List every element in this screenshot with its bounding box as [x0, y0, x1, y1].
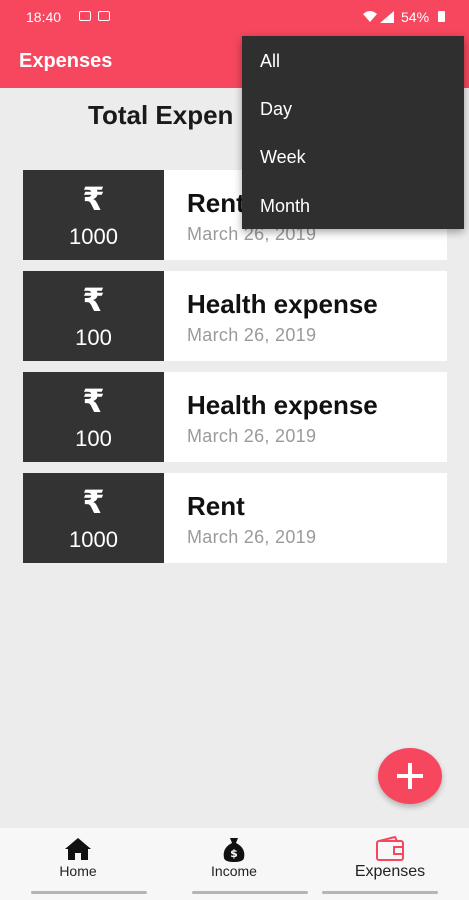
- svg-text:$: $: [230, 847, 238, 860]
- status-bar: 18:40 54%: [0, 0, 469, 34]
- expense-date: March 26, 2019: [187, 325, 317, 345]
- nav-item-expenses[interactable]: Expenses: [312, 828, 468, 888]
- total-expense-label: Total Expen: [88, 100, 234, 130]
- rupee-icon: ₹: [82, 181, 105, 217]
- nav-indicator: [31, 891, 147, 894]
- expense-amount: 1000: [69, 527, 118, 552]
- expense-card[interactable]: ₹ 1000 Rent March 26, 2019: [23, 473, 447, 563]
- menu-item-week[interactable]: Week: [242, 133, 464, 181]
- page-title: Expenses: [19, 50, 113, 72]
- amount-box: ₹ 100: [23, 271, 164, 361]
- expense-amount: 1000: [69, 224, 118, 249]
- menu-item-month[interactable]: Month: [242, 182, 464, 230]
- rupee-icon: ₹: [82, 484, 105, 520]
- expense-name: Health expense: [187, 390, 378, 420]
- expense-card[interactable]: ₹ 100 Health expense March 26, 2019: [23, 271, 447, 361]
- nav-indicator: [322, 891, 438, 894]
- expense-name: Health expense: [187, 289, 378, 319]
- expense-card[interactable]: ₹ 100 Health expense March 26, 2019: [23, 372, 447, 462]
- nav-indicator: [192, 891, 308, 894]
- expense-date: March 26, 2019: [187, 426, 317, 446]
- nav-label-income: Income: [211, 863, 257, 879]
- add-expense-button[interactable]: [378, 748, 442, 804]
- expense-amount: 100: [75, 426, 112, 451]
- home-icon: [63, 836, 93, 862]
- battery-percent: 54%: [401, 9, 430, 25]
- battery-icon: [438, 11, 445, 22]
- rupee-icon: ₹: [82, 383, 105, 419]
- wallet-icon: [375, 835, 405, 862]
- amount-box: ₹ 1000: [23, 170, 164, 260]
- amount-box: ₹ 100: [23, 372, 164, 462]
- bottom-nav: Home $ Income Expenses: [0, 828, 469, 900]
- money-bag-icon: $: [219, 836, 249, 862]
- nav-item-income[interactable]: $ Income: [156, 828, 312, 888]
- expense-amount: 100: [75, 325, 112, 350]
- signal-icon: [380, 10, 394, 23]
- image-notification-icon: [79, 11, 91, 21]
- expense-name: Rent: [187, 188, 245, 218]
- nav-item-home[interactable]: Home: [0, 828, 156, 888]
- plus-icon: [397, 763, 423, 789]
- wifi-icon: [362, 9, 378, 26]
- menu-item-day[interactable]: Day: [242, 85, 464, 133]
- nav-label-home: Home: [59, 863, 97, 879]
- expense-date: March 26, 2019: [187, 527, 317, 547]
- rupee-icon: ₹: [82, 282, 105, 318]
- expense-name: Rent: [187, 491, 245, 521]
- photo-notification-icon: [98, 11, 110, 21]
- menu-item-all[interactable]: All: [242, 37, 464, 85]
- filter-menu: All Day Week Month: [242, 36, 464, 229]
- amount-box: ₹ 1000: [23, 473, 164, 563]
- nav-label-expenses: Expenses: [354, 863, 426, 880]
- status-time: 18:40: [26, 9, 62, 25]
